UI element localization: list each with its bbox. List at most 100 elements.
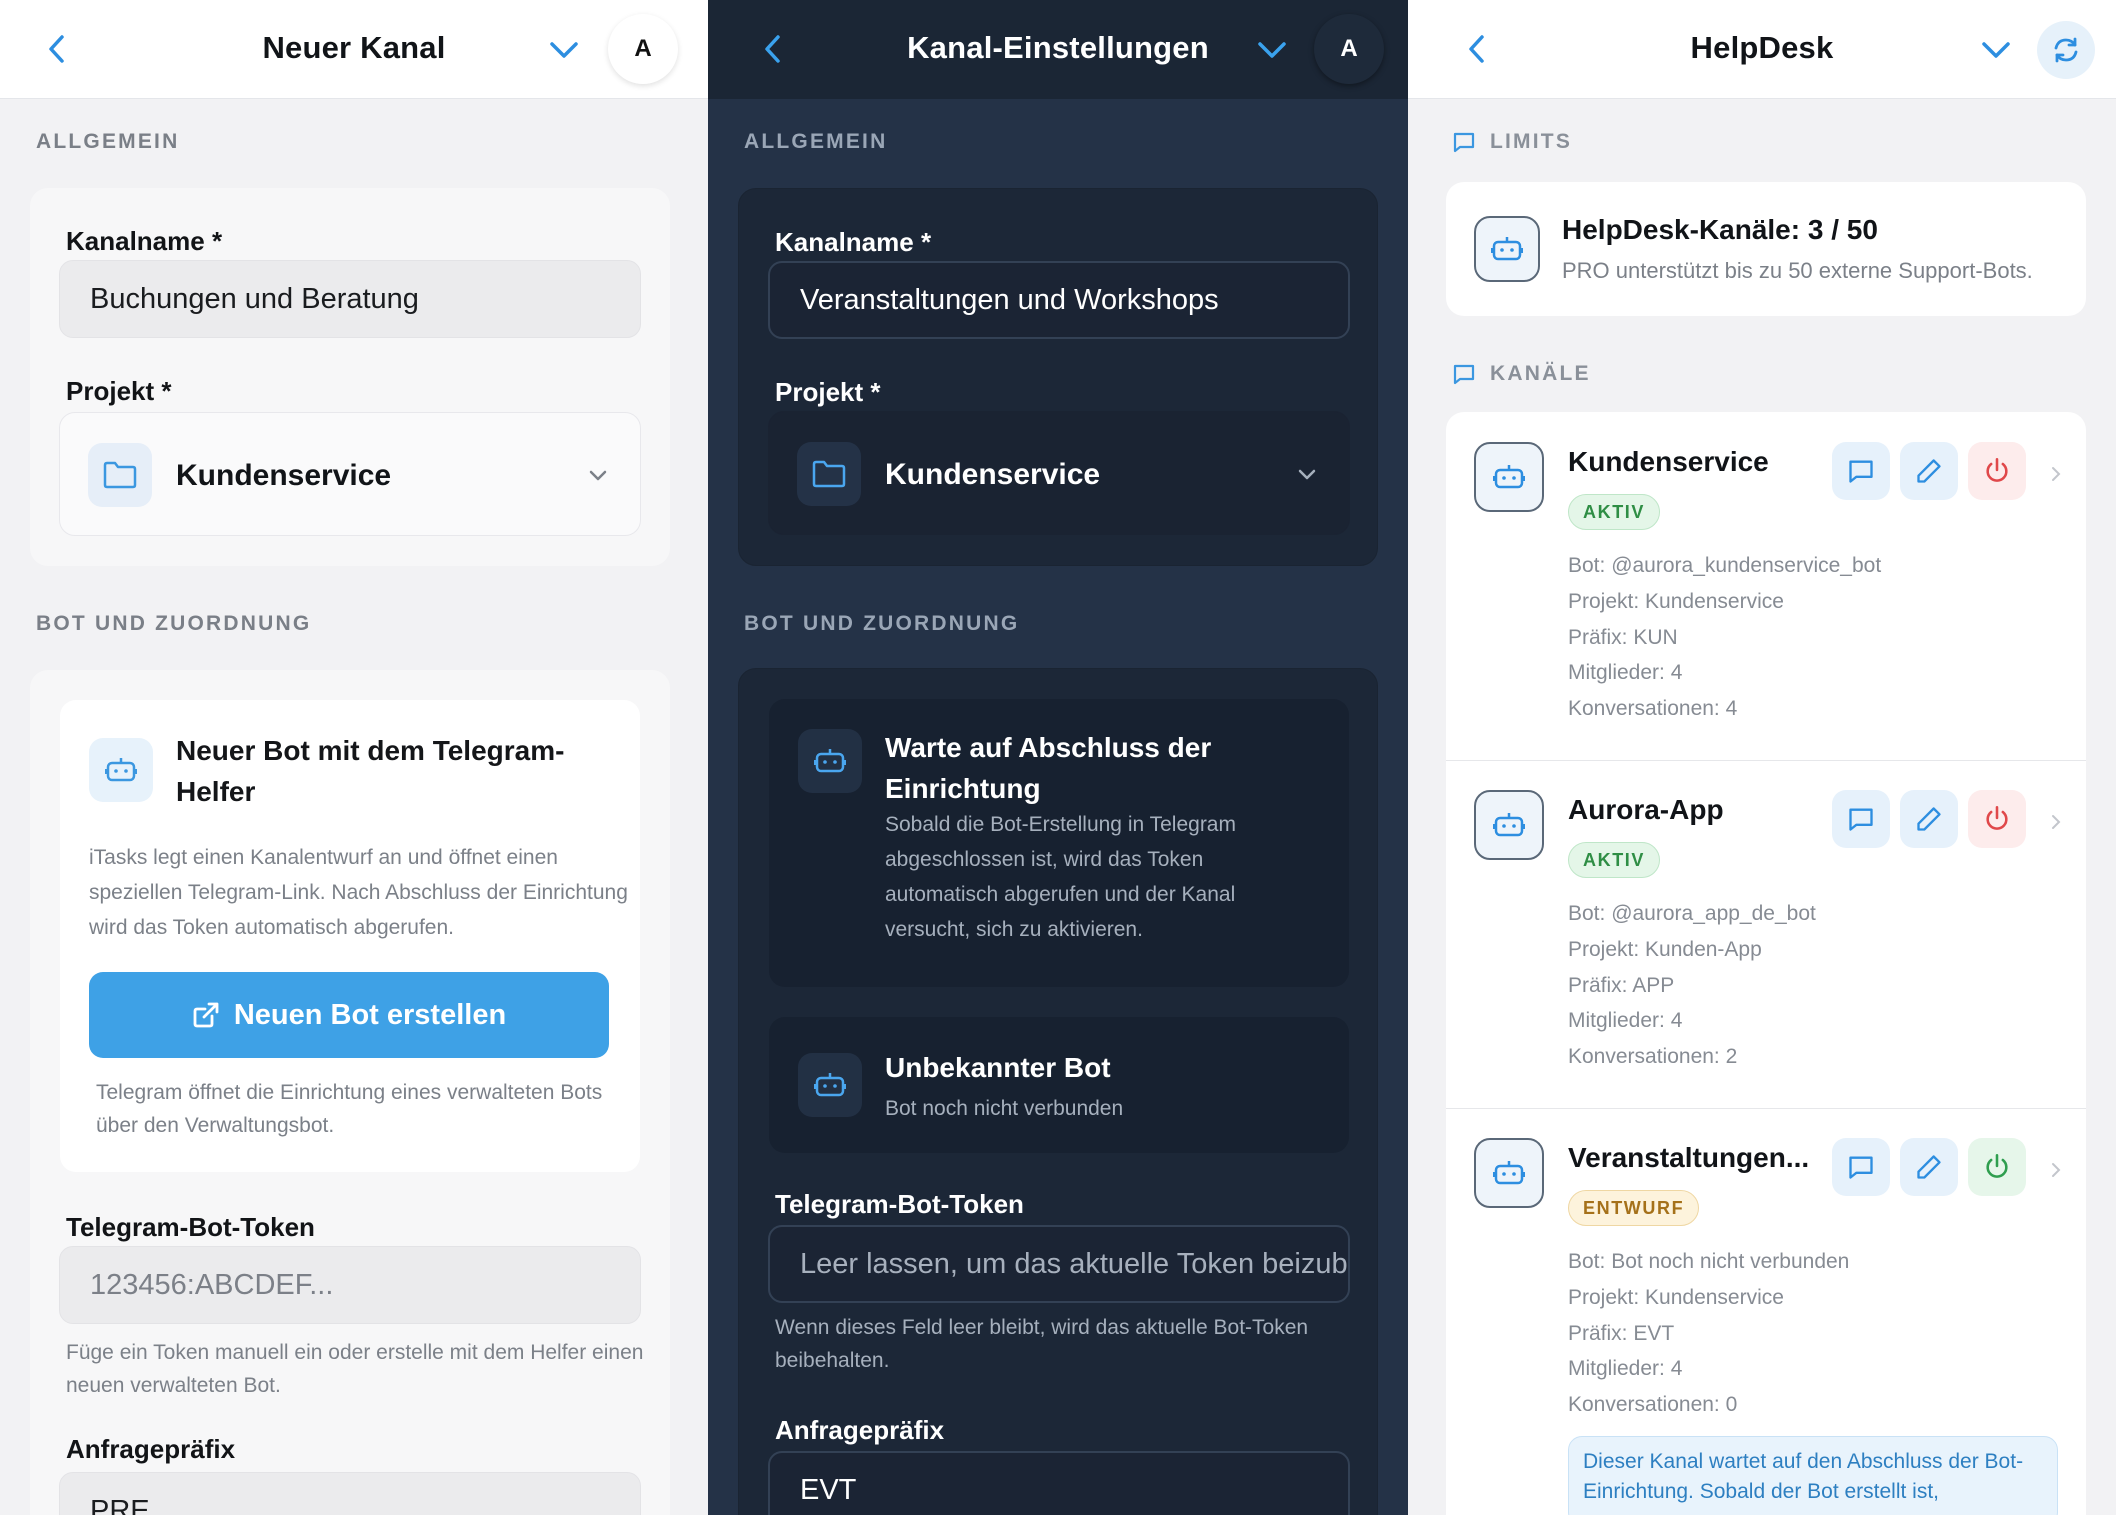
token-input[interactable]: Leer lassen, um das aktuelle Token beizu…	[768, 1225, 1350, 1303]
chevron-down-icon	[1298, 469, 1316, 480]
section-title-channels: KANÄLE	[1452, 362, 1591, 386]
chat-button[interactable]	[1832, 1138, 1890, 1196]
channel-name: Veranstaltungen...	[1568, 1142, 1810, 1173]
back-button[interactable]	[40, 32, 74, 66]
limits-subtitle: PRO unterstützt bis zu 50 externe Suppor…	[1562, 258, 2033, 283]
bot-icon	[89, 738, 153, 802]
unknown-bot-subtitle: Bot noch nicht verbunden	[885, 1097, 1124, 1120]
folder-icon	[797, 442, 861, 506]
chevron-right-icon	[2052, 815, 2061, 829]
chat-button[interactable]	[1832, 790, 1890, 848]
chevron-right-icon	[2052, 467, 2061, 481]
channel-details: Bot: @aurora_kundenservice_bot Projekt: …	[1568, 548, 1881, 727]
helpdesk-screen: HelpDesk LIMITS HelpDesk-Kanäle: 3 / 50 …	[1408, 0, 2116, 1515]
channels-list: Kundenservice AKTIV Bot: @aurora_kundens…	[1446, 412, 2086, 1515]
channel-details: Bot: Bot noch nicht verbunden Projekt: K…	[1568, 1244, 1849, 1423]
channel-name-label: Kanalname *	[775, 227, 932, 257]
edit-button[interactable]	[1900, 790, 1958, 848]
channel-bot: Bot: @aurora_app_de_bot	[1568, 902, 1816, 925]
message-square-icon	[1849, 460, 1873, 483]
dropdown-toggle[interactable]	[1978, 32, 2014, 68]
prefix-label: Anfragepräfix	[775, 1415, 945, 1445]
message-square-icon	[1453, 132, 1475, 153]
refresh-button[interactable]	[2037, 21, 2095, 79]
channel-conversations: Konversationen: 4	[1568, 697, 1738, 721]
chevron-down-icon	[1258, 42, 1286, 58]
chat-button[interactable]	[1832, 442, 1890, 500]
status-badge: ENTWURF	[1568, 1190, 1700, 1226]
bot-icon	[1474, 1138, 1544, 1208]
chevron-right-icon	[2052, 1163, 2061, 1177]
helper-hint: Telegram öffnet die Einrichtung eines ve…	[96, 1081, 603, 1137]
back-button[interactable]	[1460, 32, 1494, 66]
new-channel-screen: Neuer Kanal A ALLGEMEIN Kanalname * Buch…	[0, 0, 708, 1515]
unknown-bot-card: Unbekannter Bot Bot noch nicht verbunden	[769, 1017, 1349, 1153]
chevron-down-icon	[589, 470, 607, 481]
token-input[interactable]: 123456:ABCDEF...	[59, 1246, 641, 1324]
section-title-general: ALLGEMEIN	[36, 130, 180, 153]
create-bot-button[interactable]: Neuen Bot erstellen	[89, 972, 609, 1058]
project-select-value: Kundenservice	[176, 459, 392, 492]
channel-project: Projekt: Kunden-App	[1568, 937, 1762, 961]
channel-name: Kundenservice	[1568, 446, 1769, 477]
message-square-icon	[1849, 1156, 1873, 1179]
avatar[interactable]: A	[1314, 14, 1384, 84]
list-item[interactable]: Veranstaltungen... ENTWURF Bot: Bot noch…	[1446, 1108, 2086, 1515]
channel-prefix: Präfix: EVT	[1568, 1321, 1675, 1345]
project-select[interactable]: Kundenservice	[59, 412, 641, 536]
channel-members: Mitglieder: 4	[1568, 661, 1683, 685]
project-select[interactable]: Kundenservice	[768, 411, 1350, 535]
deactivate-button[interactable]	[1968, 790, 2026, 848]
deactivate-button[interactable]	[1968, 442, 2026, 500]
back-button[interactable]	[756, 32, 790, 66]
activate-button[interactable]	[1968, 1138, 2026, 1196]
pencil-icon	[1917, 807, 1941, 831]
prefix-input[interactable]: EVT	[768, 1451, 1350, 1515]
folder-icon	[88, 443, 152, 507]
unknown-bot-title: Unbekannter Bot	[885, 1052, 1111, 1083]
channel-conversations: Konversationen: 2	[1568, 1045, 1738, 1069]
edit-button[interactable]	[1900, 442, 1958, 500]
dropdown-toggle[interactable]	[1254, 32, 1290, 68]
general-card: Kanalname * Veranstaltungen und Workshop…	[738, 188, 1378, 566]
power-icon	[1986, 1154, 2008, 1178]
section-title-limits-label: LIMITS	[1490, 130, 1573, 153]
prefix-input[interactable]: PRE	[59, 1472, 641, 1515]
channel-conversations: Konversationen: 0	[1568, 1393, 1738, 1417]
channel-prefix: Präfix: KUN	[1568, 625, 1678, 649]
channel-name-input[interactable]: Buchungen und Beratung	[59, 260, 641, 338]
chevron-down-icon	[1982, 42, 2010, 58]
limits-title: HelpDesk-Kanäle: 3 / 50	[1562, 214, 1878, 245]
bot-icon	[1474, 442, 1544, 512]
power-icon	[1986, 806, 2008, 830]
edit-button[interactable]	[1900, 1138, 1958, 1196]
bot-card: Warte auf Abschluss der Einrichtung Soba…	[738, 668, 1378, 1515]
top-bar: HelpDesk	[1408, 0, 2116, 99]
status-badge: AKTIV	[1568, 494, 1660, 530]
section-title-limits: LIMITS	[1452, 130, 1572, 154]
helper-title: Neuer Bot mit dem Telegram-Helfer	[176, 735, 565, 807]
dropdown-toggle[interactable]	[546, 32, 582, 68]
power-icon	[1986, 458, 2008, 482]
channel-details: Bot: @aurora_app_de_bot Projekt: Kunden-…	[1568, 896, 1816, 1075]
chevron-down-icon	[550, 42, 578, 58]
project-select-value: Kundenservice	[885, 458, 1101, 491]
message-square-icon	[1453, 364, 1475, 385]
channel-bot: Bot: @aurora_kundenservice_bot	[1568, 554, 1882, 577]
pencil-icon	[1917, 459, 1941, 483]
section-title-channels-label: KANÄLE	[1490, 362, 1591, 385]
top-bar: Neuer Kanal A	[0, 0, 708, 99]
channel-project: Projekt: Kundenservice	[1568, 589, 1784, 613]
chevron-left-icon	[765, 35, 780, 63]
pending-setup-note: Dieser Kanal wartet auf den Abschluss de…	[1568, 1436, 2058, 1515]
list-item[interactable]: Aurora-App AKTIV Bot: @aurora_app_de_bot…	[1446, 760, 2086, 1108]
external-link-icon	[193, 1002, 219, 1028]
waiting-description: Sobald die Bot-Erstellung in Telegram ab…	[885, 813, 1236, 941]
channel-bot: Bot: Bot noch nicht verbunden	[1568, 1250, 1850, 1273]
avatar[interactable]: A	[608, 14, 678, 84]
channel-name-input[interactable]: Veranstaltungen und Workshops	[768, 261, 1350, 339]
refresh-icon	[2054, 37, 2078, 63]
bot-icon	[798, 1053, 862, 1117]
list-item[interactable]: Kundenservice AKTIV Bot: @aurora_kundens…	[1446, 412, 2086, 760]
page-title: Kanal-Einstellungen	[907, 30, 1209, 65]
